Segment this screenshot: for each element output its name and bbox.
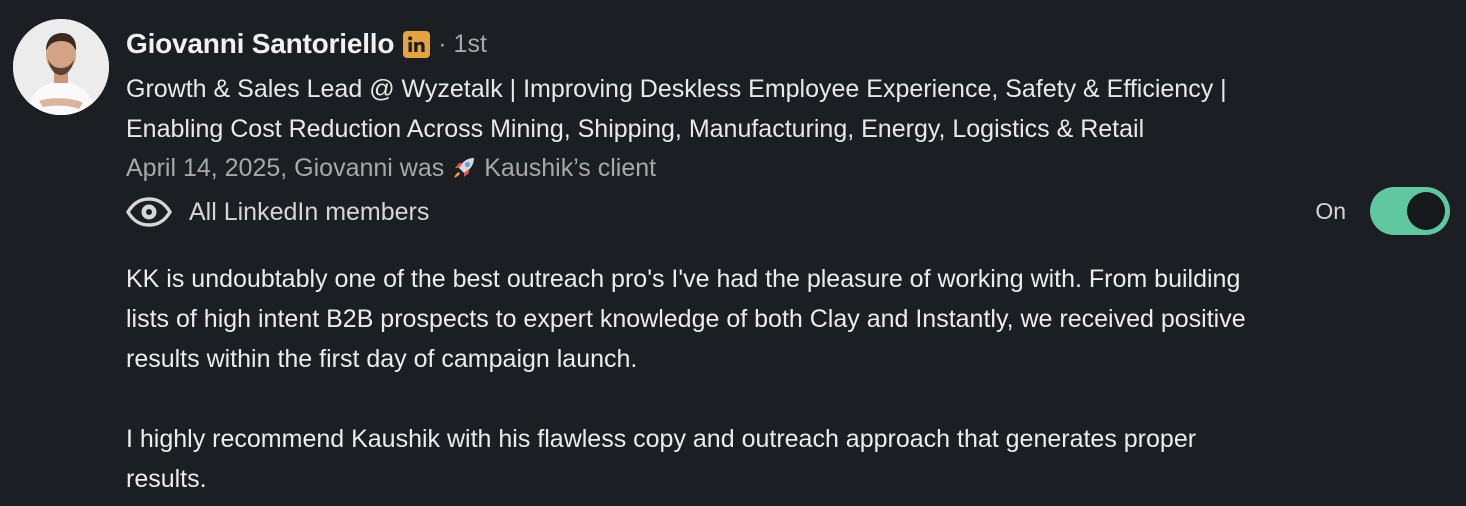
- author-row: Giovanni Santoriello · 1st: [126, 24, 487, 64]
- visibility-label: All LinkedIn members: [189, 197, 430, 226]
- toggle-label: On: [1315, 197, 1346, 224]
- recommendation-line: results.: [126, 465, 207, 493]
- recommendation-line: KK is undoubtably one of the best outrea…: [126, 265, 1241, 293]
- recommendation-line: lists of high intent B2B prospects to ex…: [126, 305, 1246, 333]
- headline-line: Growth & Sales Lead @ Wyzetalk | Improvi…: [126, 75, 1227, 103]
- visibility-toggle[interactable]: [1370, 187, 1450, 235]
- recommendation-line: results within the first day of campaign…: [126, 345, 638, 373]
- meta-date-text: April 14, 2025, Giovanni was: [126, 153, 445, 182]
- author-headline: Growth & Sales Lead @ Wyzetalk | Improvi…: [126, 69, 1446, 149]
- relationship-meta: April 14, 2025, Giovanni was Kaushik’s c…: [126, 148, 656, 188]
- avatar-photo: [13, 19, 109, 115]
- toggle-knob: [1407, 192, 1445, 230]
- visibility-toggle-group: On: [1315, 186, 1450, 236]
- headline-line: Enabling Cost Reduction Across Mining, S…: [126, 115, 1145, 143]
- avatar[interactable]: [13, 19, 109, 115]
- linkedin-icon: [403, 30, 431, 58]
- recommendation-card: Giovanni Santoriello · 1st Growth & Sale…: [0, 0, 1466, 506]
- meta-client-text: Kaushik’s client: [484, 153, 657, 182]
- visibility-setting: All LinkedIn members: [126, 192, 429, 232]
- recommendation-text: KK is undoubtably one of the best outrea…: [126, 259, 1456, 499]
- rocket-icon: [450, 154, 478, 182]
- eye-icon: [126, 197, 172, 227]
- author-name[interactable]: Giovanni Santoriello: [126, 28, 394, 60]
- recommendation-line: I highly recommend Kaushik with his flaw…: [126, 425, 1197, 453]
- connection-degree: · 1st: [438, 29, 487, 58]
